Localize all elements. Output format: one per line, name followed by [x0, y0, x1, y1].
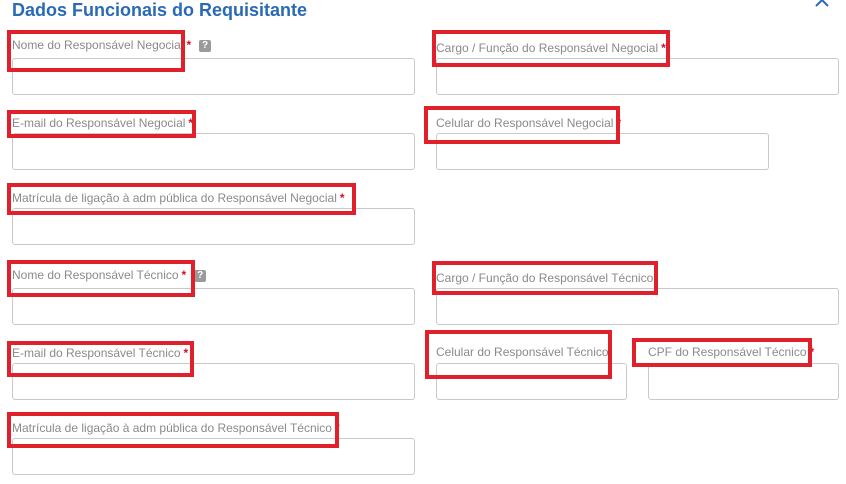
- nome-negocial-input[interactable]: [12, 58, 415, 95]
- required-marker: *: [181, 268, 187, 282]
- matricula-negocial-input[interactable]: [12, 208, 415, 245]
- email-tecnico-input[interactable]: [12, 363, 415, 400]
- cpf-tecnico-label: CPF do Responsável Técnico *: [648, 345, 815, 359]
- celular-tecnico-input[interactable]: [436, 363, 627, 400]
- section-title: Dados Funcionais do Requisitante: [12, 0, 308, 20]
- nome-negocial-label: Nome do Responsável Negocial *?: [12, 38, 212, 52]
- required-marker: *: [661, 41, 666, 55]
- nome-tecnico-input[interactable]: [12, 288, 415, 325]
- celular-negocial-label: Celular do Responsável Negocial *: [436, 116, 622, 130]
- cpf-tecnico-input[interactable]: [648, 363, 839, 400]
- help-icon[interactable]: ?: [194, 269, 207, 282]
- celular-negocial-input[interactable]: [436, 133, 769, 170]
- email-negocial-input[interactable]: [12, 133, 415, 170]
- cargo-negocial-input[interactable]: [436, 58, 839, 95]
- required-marker: *: [186, 38, 192, 52]
- required-marker: *: [616, 116, 622, 130]
- cargo-tecnico-label: Cargo / Função do Responsável Técnico: [436, 271, 654, 285]
- required-marker: *: [334, 421, 340, 435]
- celular-tecnico-label: Celular do Responsável Técnico: [436, 345, 609, 359]
- chevron-up-icon[interactable]: [815, 0, 835, 10]
- help-icon[interactable]: ?: [199, 39, 212, 52]
- cargo-tecnico-input[interactable]: [436, 288, 839, 325]
- required-marker: *: [339, 191, 345, 205]
- required-marker: *: [183, 346, 189, 360]
- email-tecnico-label: E-mail do Responsável Técnico *: [12, 346, 189, 360]
- email-negocial-label: E-mail do Responsável Negocial *: [12, 116, 194, 130]
- cargo-negocial-label: Cargo / Função do Responsável Negocial *: [436, 41, 666, 55]
- required-marker: *: [809, 345, 815, 359]
- matricula-tecnico-label: Matrícula de ligação à adm pública do Re…: [12, 421, 340, 435]
- required-marker: *: [188, 116, 194, 130]
- matricula-tecnico-input[interactable]: [12, 438, 415, 475]
- matricula-negocial-label: Matrícula de ligação à adm pública do Re…: [12, 191, 345, 205]
- nome-tecnico-label: Nome do Responsável Técnico *?: [12, 268, 207, 282]
